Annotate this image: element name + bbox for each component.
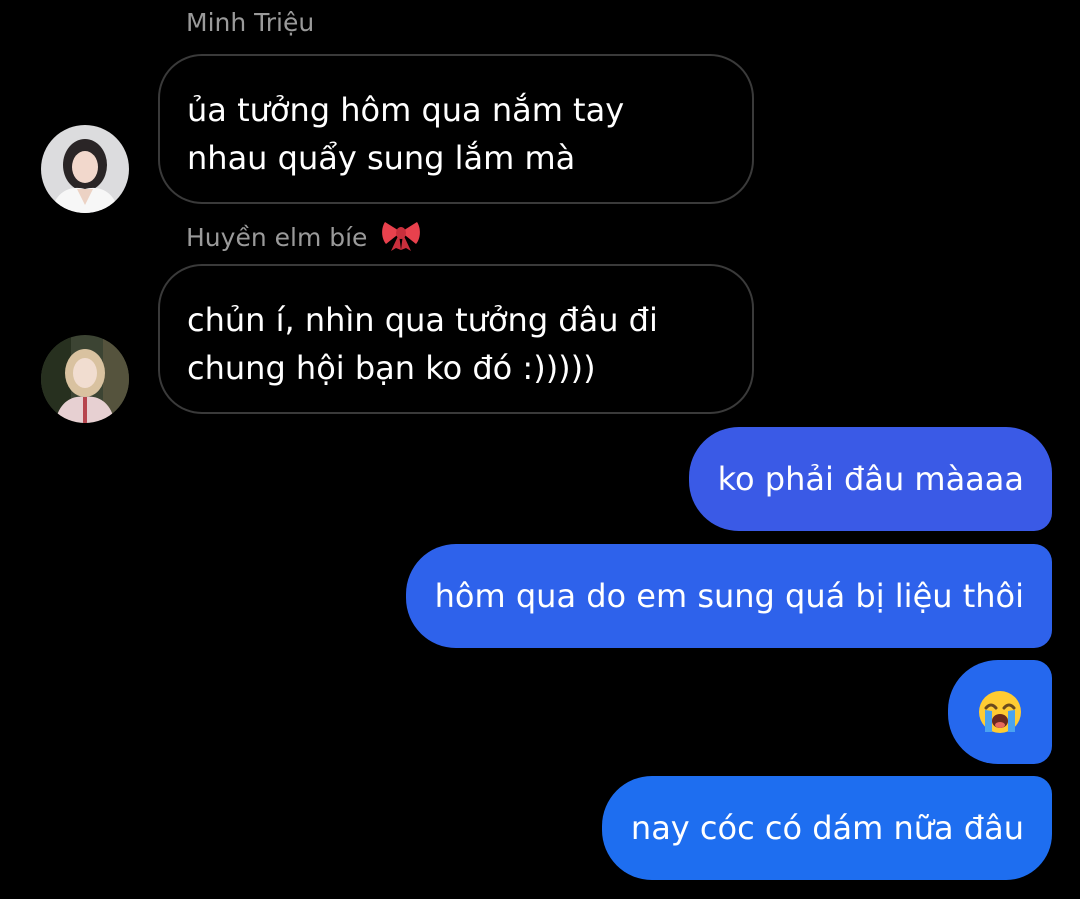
sender-name-text: Huyền elm bíe xyxy=(186,223,368,252)
avatar-minh-trieu[interactable] xyxy=(41,125,129,213)
message-text: nay cóc có dám nữa đâu xyxy=(630,809,1024,847)
profile-photo-icon xyxy=(41,125,129,213)
sender-name-huyen: Huyền elm bíe xyxy=(186,218,421,258)
profile-photo-icon xyxy=(41,335,129,423)
message-text-line: chủn í, nhìn qua tưởng đâu đi xyxy=(187,301,658,339)
message-text-line: chung hội bạn ko đó :))))) xyxy=(187,349,596,387)
message-text: ko phải đâu màaaa xyxy=(717,460,1024,498)
message-bubble-outgoing-1[interactable]: ko phải đâu màaaa xyxy=(688,427,1052,531)
message-bubble-outgoing-2[interactable]: hôm qua do em sung quá bị liệu thôi xyxy=(405,544,1052,648)
message-bubble-outgoing-3[interactable]: nay cóc có dám nữa đâu xyxy=(601,776,1052,880)
avatar-huyen[interactable] xyxy=(41,335,129,423)
message-bubble-incoming-2[interactable]: chủn í, nhìn qua tưởng đâu đi chung hội … xyxy=(158,264,754,414)
ribbon-bow-icon xyxy=(381,218,421,258)
message-bubble-outgoing-emoji[interactable] xyxy=(948,660,1052,764)
message-text-line: nhau quẩy sung lắm mà xyxy=(187,139,576,177)
message-text-line: ủa tưởng hôm qua nắm tay xyxy=(187,91,625,129)
message-bubble-incoming-1[interactable]: ủa tưởng hôm qua nắm tay nhau quẩy sung … xyxy=(158,54,754,204)
message-text: hôm qua do em sung quá bị liệu thôi xyxy=(434,577,1024,615)
loudly-crying-face-icon xyxy=(976,688,1024,736)
sender-name-minh-trieu: Minh Triệu xyxy=(186,8,315,37)
